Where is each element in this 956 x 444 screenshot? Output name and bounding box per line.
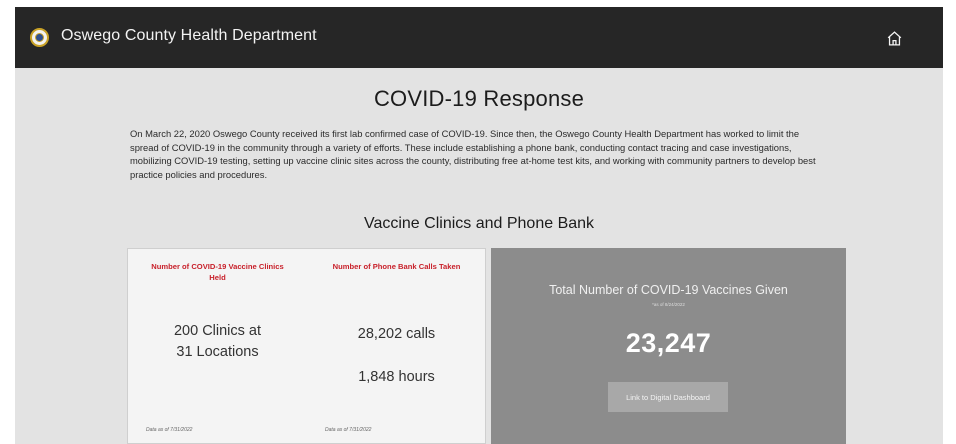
digital-dashboard-link-button[interactable]: Link to Digital Dashboard bbox=[608, 382, 728, 412]
phone-bank-hours: 1,848 hours bbox=[358, 369, 435, 385]
vaccines-total: 23,247 bbox=[625, 328, 712, 358]
home-icon[interactable] bbox=[884, 28, 904, 48]
clinics-count: 200 Clinics at bbox=[173, 323, 262, 339]
clinics-locations: 31 Locations bbox=[176, 344, 259, 360]
phone-bank-calls: 28,202 calls bbox=[357, 326, 436, 342]
stats-card: Number of COVID-19 Vaccine Clinics Held … bbox=[127, 248, 486, 444]
top-bar: Oswego County Health Department bbox=[15, 7, 943, 68]
phone-bank-data-note: Data as of 7/31/2022 bbox=[325, 427, 372, 433]
app-title: Oswego County Health Department bbox=[61, 27, 317, 44]
vaccines-as-of: *as of 8/24/2022 bbox=[652, 302, 685, 307]
app-frame: Oswego County Health Department COVID-19… bbox=[15, 7, 943, 444]
clinics-data-note: Data as of 7/31/2022 bbox=[146, 427, 193, 433]
clinics-header: Number of COVID-19 Vaccine Clinics Held bbox=[151, 262, 284, 282]
clinics-stat: Number of COVID-19 Vaccine Clinics Held … bbox=[128, 249, 307, 444]
vaccines-title: Total Number of COVID-19 Vaccines Given bbox=[549, 283, 788, 297]
section-title: Vaccine Clinics and Phone Bank bbox=[363, 215, 595, 232]
page-title: COVID-19 Response bbox=[373, 86, 585, 111]
phone-bank-stat: Number of Phone Bank Calls Taken 28,202 … bbox=[307, 249, 486, 444]
county-seal-icon bbox=[30, 28, 49, 47]
phone-bank-header: Number of Phone Bank Calls Taken bbox=[332, 262, 461, 271]
intro-paragraph: On March 22, 2020 Oswego County received… bbox=[130, 128, 816, 180]
vaccines-card: Total Number of COVID-19 Vaccines Given … bbox=[491, 248, 846, 444]
